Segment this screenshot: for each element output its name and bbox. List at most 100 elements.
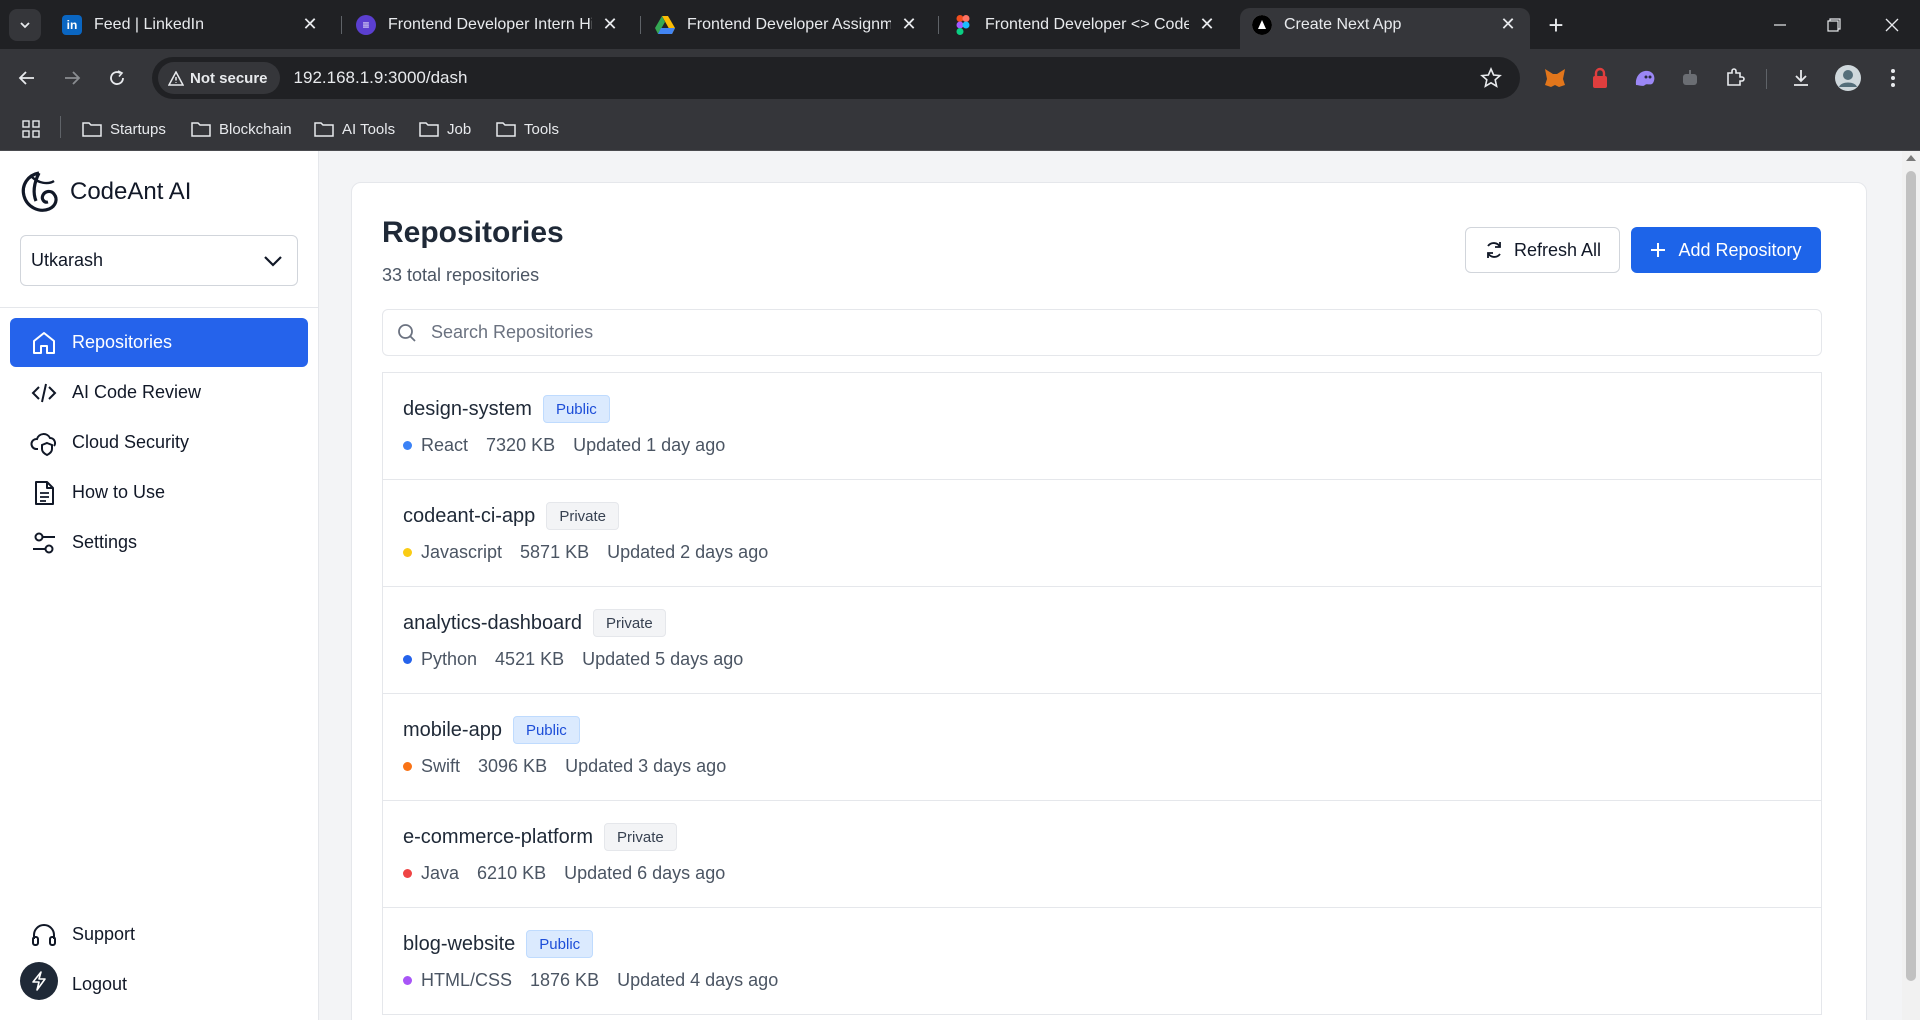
bookmark-folder[interactable]: AI Tools xyxy=(314,117,395,141)
repo-name[interactable]: codeant-ci-app xyxy=(403,505,535,528)
scroll-up-arrow-icon[interactable] xyxy=(1906,155,1916,161)
robot-extension-icon[interactable] xyxy=(1676,64,1704,92)
language-dot xyxy=(403,869,412,878)
reload-button[interactable] xyxy=(100,61,134,95)
folder-icon xyxy=(82,122,102,137)
repo-row[interactable]: analytics-dashboard Private Python 4521 … xyxy=(383,587,1821,694)
repo-row[interactable]: blog-website Public HTML/CSS 1876 KB Upd… xyxy=(383,908,1821,1015)
bookmark-star-icon[interactable] xyxy=(1480,66,1502,94)
brand-name: CodeAnt AI xyxy=(70,178,192,205)
tab-divider xyxy=(341,16,342,34)
folder-icon xyxy=(314,122,334,137)
sidebar-item-repositories[interactable]: Repositories xyxy=(10,318,308,367)
language-dot xyxy=(403,441,412,450)
metamask-extension-icon[interactable] xyxy=(1541,64,1569,92)
search-box[interactable] xyxy=(382,309,1822,356)
repo-name[interactable]: design-system xyxy=(403,398,532,421)
site-info-chip[interactable]: Not secure xyxy=(158,62,280,94)
visibility-badge: Public xyxy=(526,930,594,958)
language-dot xyxy=(403,976,412,985)
bookmark-folder[interactable]: Tools xyxy=(496,117,559,141)
tab-title: Feed | LinkedIn xyxy=(94,15,205,33)
ghost-extension-icon[interactable] xyxy=(1631,64,1659,92)
page-scrollbar[interactable] xyxy=(1902,151,1920,1020)
window-close-button[interactable] xyxy=(1864,0,1920,49)
repo-name[interactable]: analytics-dashboard xyxy=(403,612,582,635)
repo-updated: Updated 4 days ago xyxy=(617,970,779,990)
document-icon xyxy=(35,480,54,505)
repo-row[interactable]: design-system Public React 7320 KB Updat… xyxy=(383,373,1821,480)
repo-row[interactable]: e-commerce-platform Private Java 6210 KB… xyxy=(383,801,1821,908)
back-button[interactable] xyxy=(10,61,44,95)
browser-tab[interactable]: in Feed | LinkedIn ✕ xyxy=(50,8,332,41)
visibility-badge: Private xyxy=(604,823,677,851)
close-icon[interactable]: ✕ xyxy=(600,14,620,35)
browser-tab[interactable]: ≡ Frontend Developer Intern Hiring ✕ xyxy=(344,8,632,41)
browser-tab[interactable]: Frontend Developer <> CodeAnt ✕ xyxy=(941,8,1229,41)
repo-language: Python xyxy=(421,649,478,669)
repo-updated: Updated 5 days ago xyxy=(582,649,744,669)
repo-size: 4521 KB xyxy=(495,649,565,669)
refresh-all-button[interactable]: Refresh All xyxy=(1465,227,1620,273)
address-bar[interactable]: Not secure 192.168.1.9:3000/dash xyxy=(152,57,1520,99)
chevron-down-icon xyxy=(264,255,282,267)
restore-button[interactable] xyxy=(1806,0,1862,49)
close-icon[interactable]: ✕ xyxy=(1498,14,1518,35)
repo-name[interactable]: blog-website xyxy=(403,933,515,956)
warning-icon xyxy=(168,70,184,86)
repo-name[interactable]: e-commerce-platform xyxy=(403,826,593,849)
bookmark-label: Tools xyxy=(524,120,560,138)
browser-tab-bar: in Feed | LinkedIn ✕ ≡ Frontend Develope… xyxy=(0,0,1920,49)
apps-grid-icon[interactable] xyxy=(22,117,48,141)
tab-search-button[interactable] xyxy=(9,9,41,41)
lock-extension-icon[interactable] xyxy=(1586,64,1614,92)
repo-updated: Updated 6 days ago xyxy=(564,863,726,883)
chevron-down-icon xyxy=(20,22,30,29)
forward-button[interactable] xyxy=(55,61,89,95)
sidebar-item-how-to-use[interactable]: How to Use xyxy=(10,468,308,517)
sidebar-item-support[interactable]: Support xyxy=(10,910,308,959)
search-input[interactable] xyxy=(431,322,1731,343)
logout-icon[interactable] xyxy=(20,962,58,1000)
browser-tab-active[interactable]: Create Next App ✕ xyxy=(1240,8,1530,49)
repo-row[interactable]: codeant-ci-app Private Javascript 5871 K… xyxy=(383,480,1821,587)
minimize-button[interactable] xyxy=(1752,0,1808,49)
bookmark-folder[interactable]: Blockchain xyxy=(191,117,292,141)
sidebar-item-cloud-security[interactable]: Cloud Security xyxy=(10,418,308,467)
sidebar-item-label: How to Use xyxy=(72,482,166,502)
browser-tab[interactable]: Frontend Developer Assignment ✕ xyxy=(643,8,931,41)
linkedin-icon: in xyxy=(62,14,82,35)
tab-divider xyxy=(938,16,939,34)
bookmark-folder[interactable]: Startups xyxy=(82,117,166,141)
new-tab-button[interactable]: + xyxy=(1540,9,1572,41)
org-selector[interactable]: Utkarash xyxy=(20,235,298,286)
visibility-badge: Private xyxy=(593,609,666,637)
add-repository-button[interactable]: Add Repository xyxy=(1631,227,1821,273)
url-text[interactable]: 192.168.1.9:3000/dash xyxy=(294,68,468,88)
close-icon[interactable]: ✕ xyxy=(899,14,919,35)
puzzle-extensions-icon[interactable] xyxy=(1721,64,1749,92)
repo-row[interactable]: mobile-app Public Swift 3096 KB Updated … xyxy=(383,694,1821,801)
sidebar-item-ai-code-review[interactable]: AI Code Review xyxy=(10,368,308,417)
more-menu-icon[interactable] xyxy=(1879,64,1907,92)
repo-meta: HTML/CSS 1876 KB Updated 4 days ago xyxy=(403,970,778,991)
repo-language: React xyxy=(421,435,469,455)
scrollbar-thumb[interactable] xyxy=(1906,171,1916,981)
refresh-all-label: Refresh All xyxy=(1513,239,1602,260)
sidebar-item-settings[interactable]: Settings xyxy=(10,518,308,567)
download-icon[interactable] xyxy=(1787,64,1815,92)
profile-avatar[interactable] xyxy=(1834,64,1862,92)
form-icon: ≡ xyxy=(356,14,376,35)
bookmark-folder[interactable]: Job xyxy=(419,117,471,141)
brand[interactable]: CodeAnt AI xyxy=(18,169,191,215)
bookmark-label: Job xyxy=(447,120,472,138)
close-icon[interactable]: ✕ xyxy=(300,14,320,35)
close-icon[interactable]: ✕ xyxy=(1197,14,1217,35)
visibility-badge: Private xyxy=(546,502,619,530)
sidebar-item-label: Cloud Security xyxy=(72,432,190,452)
home-icon xyxy=(33,331,55,354)
repo-size: 1876 KB xyxy=(530,970,600,990)
search-icon xyxy=(398,323,416,342)
visibility-badge: Public xyxy=(542,395,610,423)
repo-name[interactable]: mobile-app xyxy=(403,719,502,742)
